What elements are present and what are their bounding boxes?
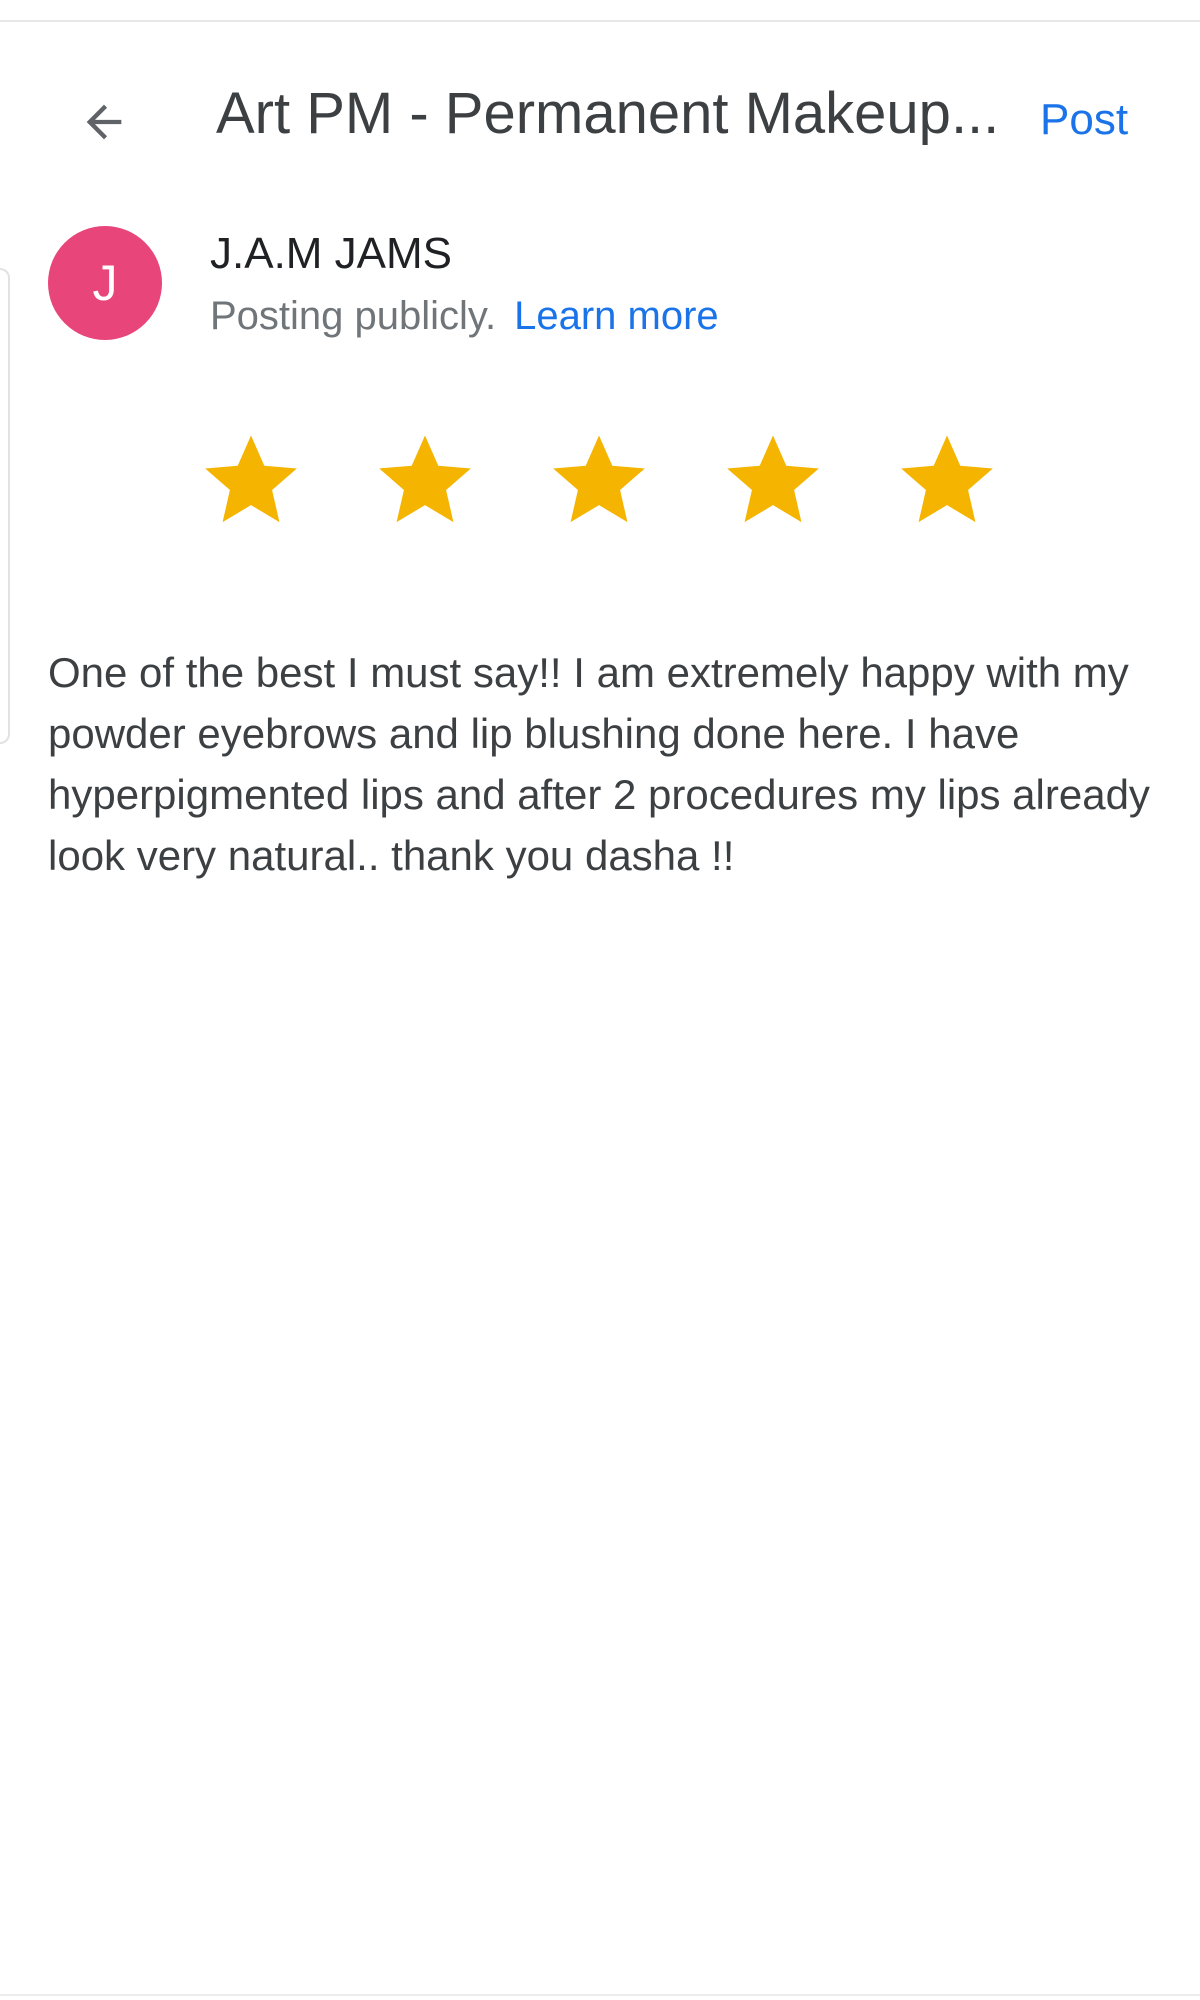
star-icon[interactable] — [370, 424, 480, 534]
side-panel-edge — [0, 268, 10, 744]
star-icon[interactable] — [892, 424, 1002, 534]
app-bar: Art PM - Permanent Makeup... Post — [0, 60, 1200, 160]
star-icon[interactable] — [718, 424, 828, 534]
bottom-divider — [0, 1994, 1200, 1996]
star-icon[interactable] — [544, 424, 654, 534]
back-button[interactable] — [72, 90, 136, 154]
review-compose-screen: Art PM - Permanent Makeup... Post J J.A.… — [0, 0, 1200, 2000]
arrow-back-icon — [86, 104, 122, 140]
user-name: J.A.M JAMS — [210, 229, 453, 278]
top-divider — [0, 20, 1200, 22]
learn-more-link[interactable]: Learn more — [514, 294, 719, 338]
page-title: Art PM - Permanent Makeup... — [216, 81, 996, 146]
star-icon[interactable] — [196, 424, 306, 534]
posting-publicly-text: Posting publicly. — [210, 294, 497, 338]
avatar: J — [48, 226, 162, 340]
posting-visibility: Posting publicly. Learn more — [210, 288, 719, 344]
post-button[interactable]: Post — [1040, 88, 1128, 152]
review-text[interactable]: One of the best I must say!! I am extrem… — [48, 642, 1168, 886]
star-rating — [196, 424, 1002, 534]
